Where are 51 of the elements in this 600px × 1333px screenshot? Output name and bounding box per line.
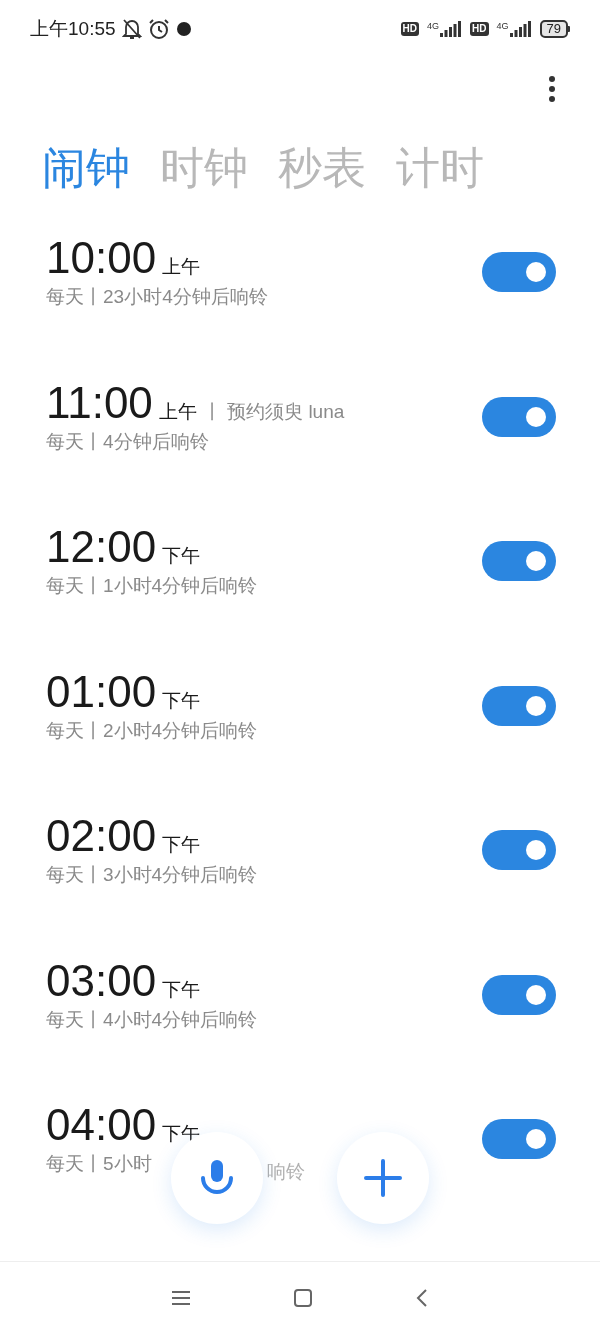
more-options-icon[interactable] (548, 76, 556, 102)
network-type-label: 4G (496, 21, 509, 31)
period-label: 上午 (158, 399, 197, 424)
alarm-label: 丨 预约须臾 luna (202, 399, 345, 424)
hd-badge: HD (400, 22, 420, 36)
microphone-icon (200, 1160, 234, 1196)
back-icon[interactable] (416, 1288, 428, 1307)
alarm-note: 每天丨4分钟后响铃 (46, 429, 210, 454)
alarm-time: 10:00 (46, 234, 157, 283)
period-label: 下午 (162, 833, 201, 858)
period-label: 下午 (162, 1122, 201, 1147)
alarm-note: 每天丨1小时4分钟后响铃 (46, 574, 258, 599)
alarm-time: 01:00 (46, 667, 157, 716)
alarm-clock-icon (147, 18, 170, 40)
home-square-icon[interactable] (294, 1288, 312, 1307)
network-type-label: 4G (427, 21, 440, 31)
period-label: 下午 (162, 688, 201, 713)
menu-icon[interactable] (172, 1289, 190, 1306)
alarm-time: 04:00 (46, 1101, 157, 1150)
plus-icon (364, 1159, 402, 1197)
alarm-note: 每天丨3小时4分钟后响铃 (46, 863, 258, 888)
alarm-toggle[interactable] (482, 252, 556, 293)
hd-badge: HD (470, 22, 489, 36)
bell-muted-icon (121, 18, 142, 40)
status-time: 上午10:55 (30, 16, 116, 41)
period-label: 下午 (162, 544, 201, 569)
tab[interactable]: 时钟 (160, 142, 248, 194)
dot-icon (175, 21, 192, 37)
alarm-toggle[interactable] (482, 974, 556, 1015)
alarm-note: 每天丨5小时 (46, 1152, 153, 1177)
period-label: 上午 (162, 255, 201, 280)
alarm-time: 02:00 (46, 812, 157, 861)
tab[interactable]: 计时 (396, 142, 484, 194)
alarm-time: 12:00 (46, 523, 157, 572)
tab[interactable]: 秒表 (278, 142, 366, 194)
alarm-toggle[interactable] (482, 685, 556, 726)
alarm-note: 每天丨23小时4分钟后响铃 (46, 285, 268, 310)
alarm-note: 每天丨2小时4分钟后响铃 (46, 718, 258, 743)
signal-icon (509, 21, 532, 37)
alarm-toggle[interactable] (482, 830, 556, 871)
alarm-toggle[interactable] (482, 396, 556, 437)
battery-level: 79 (539, 20, 568, 38)
signal-icon (440, 21, 463, 37)
alarm-toggle[interactable] (482, 541, 556, 582)
alarm-toggle[interactable] (482, 1119, 556, 1160)
alarm-time: 11:00 (46, 378, 153, 427)
alarm-note: 响铃 (267, 1160, 305, 1184)
alarm-note: 每天丨4小时4分钟后响铃 (46, 1007, 258, 1032)
tab[interactable]: 闹钟 (42, 142, 130, 194)
alarm-time: 03:00 (46, 956, 157, 1005)
period-label: 下午 (162, 977, 201, 1002)
